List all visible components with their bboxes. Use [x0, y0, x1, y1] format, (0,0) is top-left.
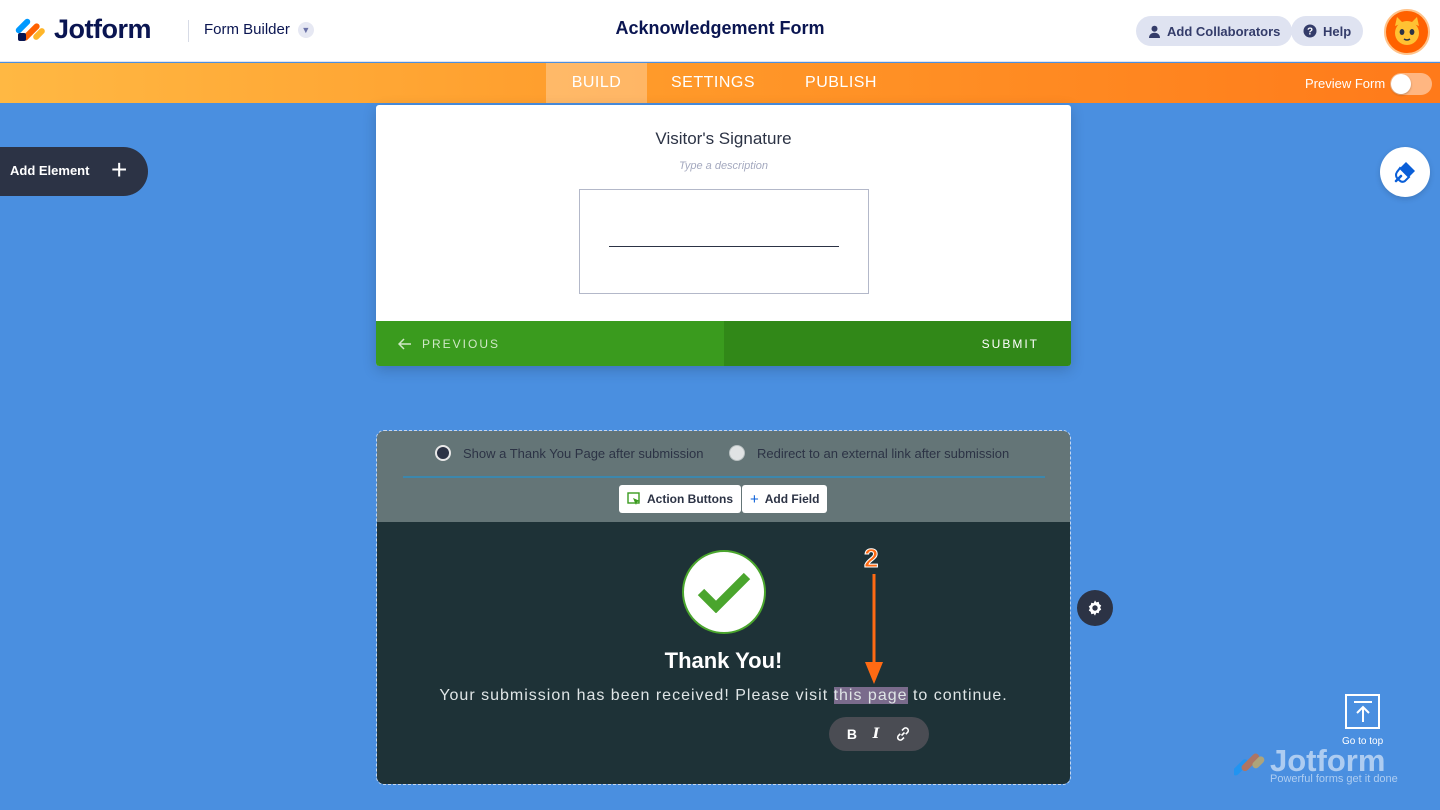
- arrow-up-to-line-icon: [1345, 694, 1381, 729]
- brand-name: Jotform: [54, 14, 152, 44]
- annotation-arrow-icon: [865, 574, 883, 684]
- tab-publish[interactable]: PUBLISH: [790, 63, 892, 103]
- add-field-button[interactable]: + Add Field: [742, 485, 828, 513]
- signature-field-label[interactable]: Visitor's Signature: [376, 129, 1071, 149]
- option-show-thank-you[interactable]: Show a Thank You Page after submission: [435, 445, 703, 461]
- form-builder-label: Form Builder: [204, 21, 290, 38]
- message-before: Your submission has been received! Pleas…: [439, 687, 834, 704]
- thank-you-page-preview: Thank You! Your submission has been rece…: [377, 522, 1070, 784]
- add-collaborators-button[interactable]: Add Collaborators: [1136, 16, 1293, 46]
- signature-description-placeholder[interactable]: Type a description: [376, 160, 1071, 172]
- bold-button[interactable]: B: [847, 726, 857, 742]
- form-designer-button[interactable]: [1380, 147, 1430, 197]
- preview-form-label: Preview Form: [1305, 76, 1386, 91]
- help-icon: ?: [1303, 24, 1317, 38]
- action-cursor-icon: [627, 492, 640, 505]
- checkmark-icon: [697, 572, 751, 613]
- add-collaborators-label: Add Collaborators: [1167, 23, 1281, 39]
- form-title[interactable]: Acknowledgement Form: [615, 18, 824, 38]
- signature-pad[interactable]: [579, 189, 869, 294]
- thank-you-message[interactable]: Your submission has been received! Pleas…: [377, 687, 1070, 705]
- thank-you-title[interactable]: Thank You!: [377, 648, 1070, 674]
- avatar[interactable]: [1384, 9, 1430, 55]
- option-redirect-external[interactable]: Redirect to an external link after submi…: [729, 445, 1009, 461]
- plus-small-icon: +: [750, 490, 759, 508]
- signature-field-card: Visitor's Signature Type a description P…: [376, 105, 1071, 366]
- text-format-toolbar: B I: [829, 717, 929, 751]
- paint-brush-icon: [1394, 162, 1415, 183]
- help-label: Help: [1323, 23, 1352, 39]
- toggle-knob: [1391, 74, 1411, 94]
- submit-label: SUBMIT: [981, 336, 1039, 351]
- avatar-cat-icon: [1395, 17, 1419, 45]
- jotform-watermark: Jotform Powerful forms get it done: [1234, 743, 1398, 785]
- page-navigation: PREVIOUS SUBMIT: [376, 321, 1071, 366]
- jotform-logo-icon: [14, 15, 47, 45]
- action-buttons-label: Action Buttons: [647, 492, 733, 506]
- form-builder-dropdown[interactable]: Form Builder ▼: [204, 21, 314, 38]
- options-divider: [403, 476, 1045, 478]
- gear-icon: [1088, 600, 1102, 616]
- action-buttons-button[interactable]: Action Buttons: [619, 485, 741, 513]
- selected-link-text[interactable]: this page: [833, 687, 908, 704]
- tab-settings[interactable]: SETTINGS: [655, 63, 771, 103]
- italic-button[interactable]: I: [873, 726, 880, 742]
- thank-you-settings-button[interactable]: [1077, 590, 1113, 626]
- add-element-button[interactable]: Add Element +: [0, 147, 148, 196]
- radio-selected: [435, 445, 451, 461]
- previous-button[interactable]: PREVIOUS: [376, 321, 724, 366]
- previous-label: PREVIOUS: [422, 336, 501, 351]
- link-icon[interactable]: [895, 726, 911, 742]
- top-header: Jotform Form Builder ▼ Acknowledgement F…: [0, 0, 1440, 62]
- watermark-tagline: Powerful forms get it done: [1270, 773, 1398, 785]
- radio-unselected: [729, 445, 745, 461]
- watermark-brand: Jotform: [1270, 743, 1386, 778]
- chevron-down-icon: ▼: [297, 21, 314, 38]
- arrow-left-icon: [398, 337, 411, 350]
- step-annotation: 2: [863, 543, 879, 574]
- submit-button[interactable]: SUBMIT: [724, 321, 1071, 366]
- message-after: to continue.: [907, 687, 1008, 704]
- add-element-label: Add Element: [10, 163, 90, 178]
- option-redirect-label: Redirect to an external link after submi…: [757, 445, 1010, 461]
- user-icon: [1149, 25, 1160, 38]
- help-button[interactable]: ? Help: [1291, 16, 1364, 46]
- go-to-top-button[interactable]: Go to top: [1342, 694, 1383, 747]
- thank-you-section: Show a Thank You Page after submission R…: [376, 430, 1071, 785]
- option-show-thank-you-label: Show a Thank You Page after submission: [463, 445, 704, 461]
- svg-text:?: ?: [1307, 27, 1313, 38]
- add-field-label: Add Field: [764, 492, 820, 506]
- plus-icon: +: [111, 154, 128, 185]
- success-badge: [682, 550, 766, 634]
- brand-logo[interactable]: Jotform: [14, 14, 152, 45]
- thank-you-options: Show a Thank You Page after submission R…: [377, 431, 1070, 522]
- preview-form-toggle[interactable]: [1390, 73, 1432, 95]
- jotform-watermark-icon: [1234, 753, 1265, 776]
- header-divider: [188, 20, 189, 42]
- tab-build[interactable]: BUILD: [546, 63, 647, 103]
- signature-baseline: [609, 246, 839, 247]
- builder-navbar: BUILD SETTINGS PUBLISH Preview Form: [0, 63, 1440, 103]
